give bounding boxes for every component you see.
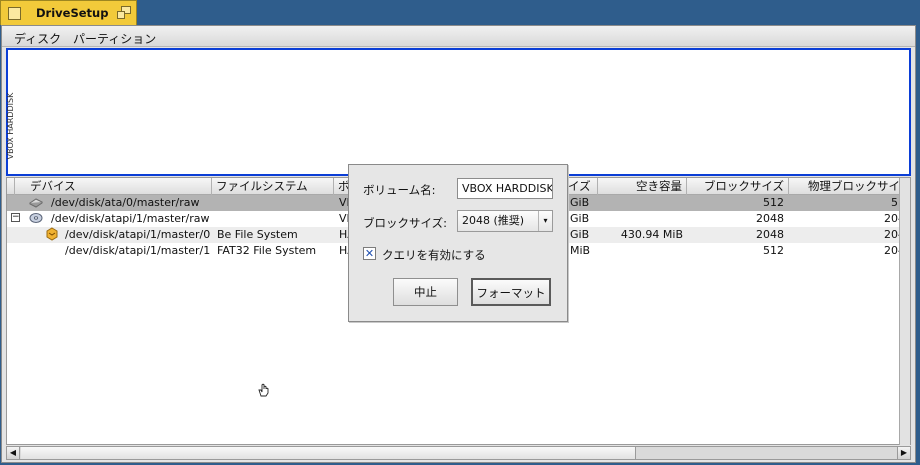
vertical-scrollbar[interactable]: [899, 178, 910, 445]
query-checkbox[interactable]: ✕: [363, 247, 376, 260]
block-size-select[interactable]: 2048 (推奨) ▾: [457, 210, 553, 232]
cancel-button[interactable]: 中止: [393, 278, 458, 306]
device-name: /dev/disk/atapi/1/master/0: [65, 228, 211, 241]
close-button[interactable]: [8, 7, 21, 20]
volume-name-label: ボリューム名:: [363, 183, 436, 197]
format-dialog: ボリューム名: VBOX HARDDISK ブロックサイズ: 2048 (推奨)…: [348, 164, 568, 322]
block-size-label: ブロックサイズ:: [363, 216, 448, 230]
disk-map-label: VBOX HARDDISK: [6, 92, 15, 160]
column-block-size[interactable]: ブロックサイズ: [687, 178, 789, 195]
menu-bar: ディスク パーティション: [2, 26, 915, 47]
collapse-toggle[interactable]: −: [11, 213, 20, 222]
dropdown-arrow-icon: ▾: [538, 211, 552, 231]
scroll-right-button[interactable]: ▶: [897, 447, 910, 459]
window-tab[interactable]: DriveSetup: [0, 0, 137, 25]
optical-disc-icon: [29, 212, 43, 227]
menu-partition[interactable]: パーティション: [73, 30, 156, 47]
device-name: /dev/disk/ata/0/master/raw: [51, 196, 200, 209]
column-physical-block-size[interactable]: 物理ブロックサイ: [789, 178, 905, 195]
column-free[interactable]: 空き容量: [598, 178, 687, 195]
scroll-left-button[interactable]: ◀: [7, 447, 20, 459]
hand-cursor-icon: [256, 382, 272, 401]
horizontal-scrollbar[interactable]: ◀ ▶: [6, 446, 911, 460]
zoom-icon[interactable]: [117, 6, 131, 20]
be-file-system-icon: [45, 227, 59, 244]
query-label: クエリを有効にする: [382, 248, 486, 262]
format-button[interactable]: フォーマット: [471, 278, 551, 306]
column-size[interactable]: イズ: [564, 178, 598, 195]
window-title: DriveSetup: [36, 6, 109, 20]
scrollbar-thumb[interactable]: [21, 447, 636, 459]
device-name: /dev/disk/atapi/1/master/1: [65, 244, 211, 257]
column-device[interactable]: デバイス: [15, 178, 212, 195]
disk-map[interactable]: VBOX HARDDISK: [6, 48, 911, 176]
column-filesystem[interactable]: ファイルシステム: [212, 178, 334, 195]
hard-disk-icon: [29, 196, 43, 211]
volume-name-input[interactable]: VBOX HARDDISK: [457, 178, 553, 199]
device-name: /dev/disk/atapi/1/master/raw: [51, 212, 210, 225]
menu-disk[interactable]: ディスク: [14, 30, 61, 47]
